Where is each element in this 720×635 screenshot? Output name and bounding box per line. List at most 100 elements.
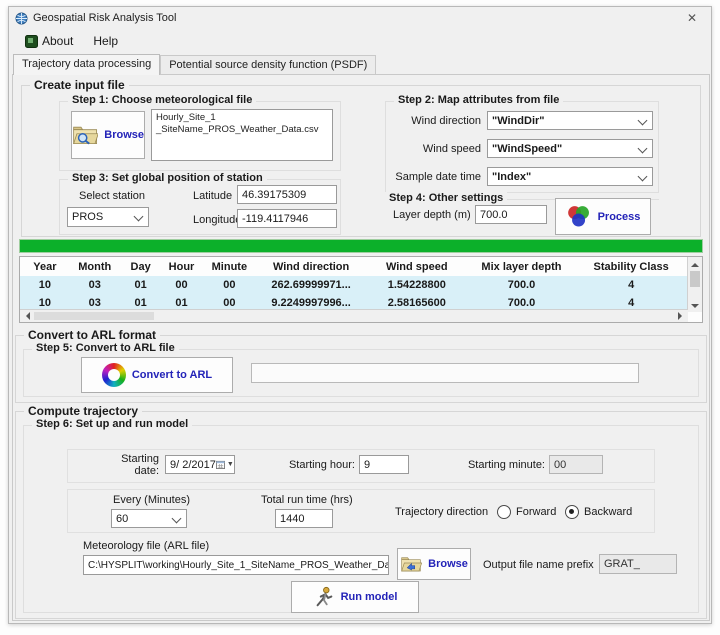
convert-arl-title: Convert to ARL format [24,328,160,342]
process-button[interactable]: Process [555,198,651,235]
met-arl-file-input[interactable]: C:\HYSPLIT\working\Hourly_Site_1_SiteNam… [83,555,389,575]
runner-icon [313,586,335,608]
longitude-input[interactable]: -119.4117946 [237,209,337,228]
close-button[interactable]: ✕ [679,11,705,25]
sample-date-time-label: Sample date time [393,167,481,186]
output-prefix-input: GRAT_ [599,554,677,574]
table-horizontal-scrollbar[interactable] [20,309,688,322]
scroll-down-icon[interactable] [691,304,699,312]
cell-wind-speed: 2.58165600 [365,294,469,310]
about-icon [25,35,38,48]
chevron-down-icon [638,172,648,182]
starting-date-value: 9/ 2/2017 [170,459,216,471]
col-month[interactable]: Month [70,257,120,276]
station-select[interactable]: PROS [67,207,149,227]
chevron-down-icon [638,144,648,154]
step2-title: Step 2: Map attributes from file [394,94,563,106]
scroll-up-icon[interactable] [691,259,699,267]
table-row[interactable]: 10 03 01 01 00 9.2249997996... 2.5816560… [20,294,688,310]
tab-psdf[interactable]: Potential source density function (PSDF) [160,55,376,75]
radio-forward[interactable]: Forward [497,504,556,520]
chevron-down-icon [638,116,648,126]
app-window: Geospatial Risk Analysis Tool ✕ About He… [8,6,712,624]
col-wind-direction[interactable]: Wind direction [257,257,365,276]
col-year[interactable]: Year [20,257,70,276]
col-hour[interactable]: Hour [162,257,202,276]
trajectory-direction-label: Trajectory direction [395,505,491,519]
browse-met-file-button[interactable]: Browse [71,111,145,159]
backward-label: Backward [584,506,632,518]
table-row[interactable]: 10 03 01 00 00 262.69999971... 1.5422880… [20,276,688,294]
scroll-right-icon[interactable] [678,312,686,320]
chevron-down-icon: ▼ [227,461,234,468]
convert-to-arl-button[interactable]: Convert to ARL [81,357,233,393]
weather-data-table: Year Month Day Hour Minute Wind directio… [19,256,703,323]
latitude-input[interactable]: 46.39175309 [237,185,337,204]
col-mix-layer-depth[interactable]: Mix layer depth [469,257,575,276]
layer-depth-input[interactable]: 700.0 [475,205,547,224]
cell-stability-class: 4 [574,276,688,294]
tab-strip: Trajectory data processing Potential sou… [13,53,707,75]
cell-year: 10 [20,294,70,310]
cell-month: 03 [70,294,120,310]
starting-minute-label: Starting minute: [467,458,545,472]
wind-direction-select[interactable]: "WindDir" [487,111,653,130]
wind-speed-value: "WindSpeed" [492,143,562,155]
menu-bar: About Help [9,29,711,53]
starting-date-picker[interactable]: 9/ 2/2017 ▼ [165,455,235,474]
scrollbar-thumb[interactable] [34,312,154,320]
table-vertical-scrollbar[interactable] [687,257,702,312]
starting-date-label: Starting date: [97,458,159,472]
cell-wind-speed: 1.54228800 [365,276,469,294]
cell-day: 01 [120,276,162,294]
menu-help-label: Help [93,34,118,48]
process-icon [566,204,592,230]
cell-minute: 00 [201,276,257,294]
col-stability-class[interactable]: Stability Class [574,257,688,276]
cell-wind-direction: 262.69999971... [257,276,365,294]
wind-speed-label: Wind speed [393,139,481,158]
step3-title: Step 3: Set global position of station [68,172,267,184]
cell-day: 01 [120,294,162,310]
step6-title: Step 6: Set up and run model [32,418,192,430]
radio-icon [565,505,579,519]
starting-hour-input[interactable]: 9 [359,455,409,474]
chevron-down-icon [172,514,182,524]
col-minute[interactable]: Minute [201,257,257,276]
browse-met-file-label: Browse [104,129,144,141]
title-bar: Geospatial Risk Analysis Tool ✕ [9,7,711,29]
menu-about[interactable]: About [17,32,81,50]
scrollbar-thumb[interactable] [690,271,700,287]
calendar-icon [216,460,225,469]
radio-backward[interactable]: Backward [565,504,632,520]
cell-hour: 01 [162,294,202,310]
sample-date-time-value: "Index" [492,171,531,183]
sample-date-time-select[interactable]: "Index" [487,167,653,186]
cell-month: 03 [70,276,120,294]
chevron-down-icon [134,212,144,222]
select-station-label: Select station [79,189,179,203]
met-file-name-box: Hourly_Site_1 _SiteName_PROS_Weather_Dat… [151,109,333,161]
wind-direction-label: Wind direction [393,111,481,130]
col-wind-speed[interactable]: Wind speed [365,257,469,276]
scroll-left-icon[interactable] [22,312,30,320]
latitude-label: Latitude [193,189,235,203]
app-icon [15,12,28,25]
menu-help[interactable]: Help [85,32,126,50]
wind-speed-select[interactable]: "WindSpeed" [487,139,653,158]
cell-year: 10 [20,276,70,294]
step4-title: Step 4: Other settings [385,192,507,204]
met-arl-file-label: Meteorology file (ARL file) [83,539,283,553]
convert-to-arl-label: Convert to ARL [132,369,212,381]
step5-title: Step 5: Convert to ARL file [32,342,179,354]
total-run-time-input[interactable]: 1440 [275,509,333,528]
every-minutes-select[interactable]: 60 [111,509,187,528]
run-model-button[interactable]: Run model [291,581,419,613]
tab-trajectory-data-processing[interactable]: Trajectory data processing [13,54,160,75]
col-day[interactable]: Day [120,257,162,276]
every-minutes-label: Every (Minutes) [113,493,223,507]
cell-hour: 00 [162,276,202,294]
cell-minute: 00 [201,294,257,310]
output-prefix-label: Output file name prefix [483,558,595,572]
browse-arl-button[interactable]: Browse [397,548,471,580]
